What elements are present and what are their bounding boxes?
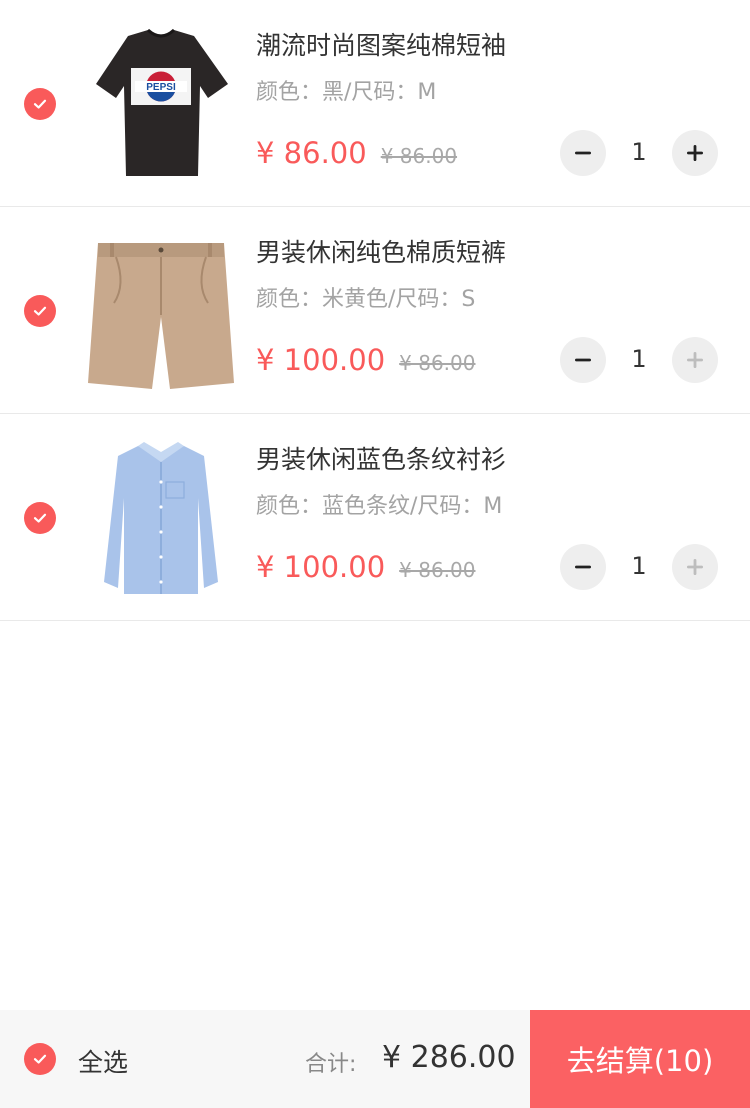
cart-item[interactable]: 男装休闲蓝色条纹衬衫 颜色：蓝色条纹/尺码：M ¥ 100.00 ¥ 86.00 … [0, 414, 750, 621]
product-price: ¥ 100.00 ¥ 86.00 [256, 343, 475, 377]
product-image-shorts[interactable] [86, 225, 236, 395]
minus-icon [575, 358, 591, 362]
checkmark-icon [33, 99, 47, 109]
current-price: ¥ 86.00 [256, 136, 367, 170]
total-label: 合计: [305, 1052, 357, 1077]
increase-button[interactable] [672, 130, 718, 176]
increase-button[interactable] [672, 337, 718, 383]
product-spec: 颜色：蓝色条纹/尺码：M [256, 494, 503, 519]
select-all-checkbox[interactable] [24, 1043, 56, 1075]
checkout-bar: 全选 合计: ¥ 286.00 去结算(10) [0, 1010, 750, 1108]
checkmark-icon [33, 1054, 47, 1064]
current-price: ¥ 100.00 [256, 550, 386, 584]
checkmark-icon [33, 513, 47, 523]
increase-button[interactable] [672, 544, 718, 590]
original-price: ¥ 86.00 [399, 558, 476, 582]
item-checkbox[interactable] [24, 88, 56, 120]
original-price: ¥ 86.00 [380, 144, 458, 168]
shirt-image [104, 442, 218, 594]
quantity-stepper: 1 [560, 337, 718, 383]
quantity-stepper: 1 [560, 544, 718, 590]
quantity-value[interactable]: 1 [616, 138, 662, 166]
tshirt-image: PEPSI [96, 28, 228, 176]
product-image-shirt[interactable] [86, 432, 236, 602]
cart-item[interactable]: PEPSI 潮流时尚图案纯棉短袖 颜色：黑/尺码：M ¥ 86.00 ¥ 86.0… [0, 0, 750, 207]
logo-text: PEPSI [146, 82, 176, 93]
select-all-label[interactable]: 全选 [78, 1043, 128, 1079]
minus-icon [575, 565, 591, 569]
decrease-button[interactable] [560, 130, 606, 176]
quantity-value[interactable]: 1 [616, 552, 662, 580]
product-spec: 颜色：米黄色/尺码：S [256, 287, 476, 312]
cart-item[interactable]: 男装休闲纯色棉质短裤 颜色：米黄色/尺码：S ¥ 100.00 ¥ 86.00 1 [0, 207, 750, 414]
product-image-tshirt[interactable]: PEPSI [86, 18, 236, 188]
item-checkbox[interactable] [24, 502, 56, 534]
product-title[interactable]: 男装休闲蓝色条纹衬衫 [256, 440, 506, 476]
current-price: ¥ 100.00 [256, 343, 386, 377]
product-title[interactable]: 男装休闲纯色棉质短裤 [256, 233, 506, 269]
quantity-stepper: 1 [560, 130, 718, 176]
product-spec: 颜色：黑/尺码：M [256, 80, 437, 105]
plus-icon [687, 559, 703, 575]
checkmark-icon [33, 306, 47, 316]
checkout-button[interactable]: 去结算(10) [530, 1010, 750, 1108]
decrease-button[interactable] [560, 544, 606, 590]
total-value: ¥ 286.00 [382, 1040, 516, 1075]
item-checkbox[interactable] [24, 295, 56, 327]
product-price: ¥ 100.00 ¥ 86.00 [256, 550, 475, 584]
plus-icon [687, 352, 703, 368]
cart-list: PEPSI 潮流时尚图案纯棉短袖 颜色：黑/尺码：M ¥ 86.00 ¥ 86.0… [0, 0, 750, 621]
quantity-value[interactable]: 1 [616, 345, 662, 373]
decrease-button[interactable] [560, 337, 606, 383]
shorts-image [88, 243, 234, 389]
plus-icon [687, 145, 703, 161]
original-price: ¥ 86.00 [399, 351, 476, 375]
minus-icon [575, 151, 591, 155]
product-title[interactable]: 潮流时尚图案纯棉短袖 [256, 26, 506, 62]
product-price: ¥ 86.00 ¥ 86.00 [256, 136, 457, 170]
